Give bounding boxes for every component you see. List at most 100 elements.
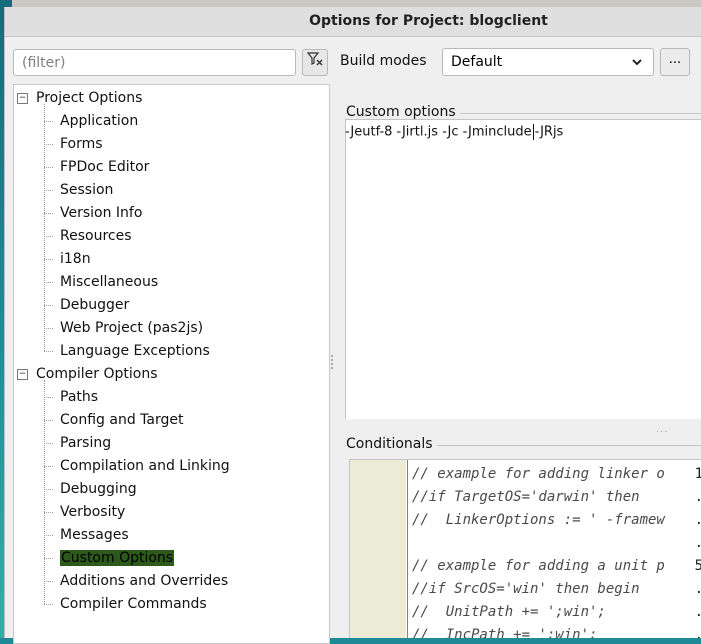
tree-connector — [44, 144, 53, 145]
tree-vertical-connector — [44, 104, 45, 351]
tree-item[interactable]: Debugger — [60, 294, 129, 316]
tree-item-label: FPDoc Editor — [60, 159, 150, 175]
tree-item[interactable]: Language Exceptions — [60, 340, 210, 362]
tree-connector — [44, 351, 53, 352]
tree-connector — [44, 236, 53, 237]
tree-connector — [44, 259, 53, 260]
tree-item-label: Resources — [60, 228, 132, 244]
tree-item-label: Custom Options — [60, 550, 175, 566]
code-line: 1// example for adding linker o — [350, 463, 701, 486]
tree-item-label: Verbosity — [60, 504, 126, 520]
tree-item[interactable]: Application — [60, 110, 138, 132]
tree-connector — [44, 443, 53, 444]
code-text: // LinkerOptions := ' -framew — [412, 512, 665, 528]
custom-options-text-after: -JRjs — [534, 124, 564, 140]
tree-item-label: Compiler Commands — [60, 596, 207, 612]
chevron-down-icon — [631, 52, 643, 76]
filter-input[interactable] — [14, 50, 295, 75]
horizontal-splitter-handle[interactable]: ··· — [656, 427, 669, 438]
code-line: 5// example for adding a unit p — [350, 555, 701, 578]
tree-item[interactable]: Compiler Commands — [60, 593, 207, 615]
code-text: // example for adding linker o — [412, 466, 665, 482]
title-bar[interactable]: Options for Project: blogclient — [5, 7, 701, 37]
tree-item-label: Language Exceptions — [60, 343, 210, 359]
collapse-icon[interactable]: − — [17, 369, 28, 380]
tree-connector — [44, 328, 53, 329]
tree-item-label: Forms — [60, 136, 103, 152]
tree-item-label: Compilation and Linking — [60, 458, 230, 474]
build-modes-more-button[interactable]: ... — [660, 48, 690, 76]
tree-item-label: Parsing — [60, 435, 112, 451]
right-panel: Build modes Default ... Custom options -… — [336, 37, 701, 638]
tree-item[interactable]: Custom Options — [60, 547, 175, 569]
tree-node-project-options[interactable]: Project Options — [36, 87, 142, 109]
vertical-splitter-handle[interactable] — [331, 355, 335, 369]
tree-item[interactable]: Messages — [60, 524, 129, 546]
tree-vertical-connector — [44, 380, 45, 604]
tree-item-label: Application — [60, 113, 139, 129]
tree-item[interactable]: Paths — [60, 386, 98, 408]
code-line: . //if SrcOS='win' then begin — [350, 578, 701, 601]
tree-item[interactable]: FPDoc Editor — [60, 156, 149, 178]
tree-item[interactable]: i18n — [60, 248, 91, 270]
tree-connector — [44, 535, 53, 536]
filter-clear-button[interactable] — [302, 49, 328, 76]
tree-item[interactable]: Miscellaneous — [60, 271, 158, 293]
tree-connector — [44, 167, 53, 168]
filter-clear-icon — [306, 52, 323, 69]
tree-connector — [44, 512, 53, 513]
build-modes-value: Default — [451, 54, 503, 70]
custom-options-textarea[interactable]: -Jeutf-8 -Jirtl.js -Jc -Jminclude -JRjs — [345, 119, 701, 419]
tree-item[interactable]: Config and Target — [60, 409, 183, 431]
conditionals-label: Conditionals — [346, 436, 437, 452]
tree-item[interactable]: Web Project (pas2js) — [60, 317, 203, 339]
line-number: . — [651, 532, 701, 555]
tree-connector — [44, 420, 53, 421]
build-modes-select[interactable]: Default — [442, 48, 654, 76]
tree-item[interactable]: Compilation and Linking — [60, 455, 230, 477]
code-line: . — [350, 532, 701, 555]
line-number: . — [651, 578, 701, 601]
code-text: // example for adding a unit p — [412, 558, 665, 574]
options-window: Options for Project: blogclient Project … — [4, 7, 701, 644]
conditionals-editor[interactable]: 1// example for adding linker o. //if Tar… — [349, 459, 701, 638]
tree-item[interactable]: Debugging — [60, 478, 137, 500]
tree-item-label: Debugging — [60, 481, 137, 497]
tree-connector — [44, 581, 53, 582]
collapse-icon[interactable]: − — [17, 93, 28, 104]
window-title: Options for Project: blogclient — [309, 13, 548, 29]
text-caret — [532, 124, 534, 140]
tree-connector — [44, 190, 53, 191]
code-text: //if TargetOS='darwin' then — [412, 489, 640, 505]
tree-connector — [44, 489, 53, 490]
tree-item[interactable]: Verbosity — [60, 501, 125, 523]
tree-item-label: Session — [60, 182, 114, 198]
tree-item[interactable]: Session — [60, 179, 113, 201]
tree-connector — [44, 282, 53, 283]
tree-connector — [44, 466, 53, 467]
tree-connector — [44, 121, 53, 122]
filter-field[interactable] — [13, 49, 296, 76]
tree-connector — [44, 558, 53, 559]
code-line: . //if TargetOS='darwin' then — [350, 486, 701, 509]
code-line: . // UnitPath += ';win'; — [350, 601, 701, 624]
tree-item-label: Messages — [60, 527, 129, 543]
build-modes-label: Build modes — [340, 53, 427, 69]
options-tree[interactable]: Project Options − Application Forms FPDoc Ed… — [13, 84, 330, 644]
tree-connector — [44, 397, 53, 398]
tree-item-label: Config and Target — [60, 412, 184, 428]
tree-connector — [44, 305, 53, 306]
tree-item-label: Paths — [60, 389, 99, 405]
tree-item-label: Additions and Overrides — [60, 573, 229, 589]
tree-node-compiler-options[interactable]: Compiler Options — [36, 363, 157, 385]
code-text: // IncPath += ';win'; — [412, 627, 598, 638]
tree-item[interactable]: Parsing — [60, 432, 111, 454]
tree-item[interactable]: Resources — [60, 225, 132, 247]
tree-item[interactable]: Version Info — [60, 202, 142, 224]
code-text: // UnitPath += ';win'; — [412, 604, 606, 620]
custom-options-label: Custom options — [346, 104, 460, 120]
tree-item-label: Miscellaneous — [60, 274, 159, 290]
tree-item[interactable]: Forms — [60, 133, 103, 155]
custom-options-text-before: -Jeutf-8 -Jirtl.js -Jc -Jminclude — [345, 124, 532, 140]
tree-item[interactable]: Additions and Overrides — [60, 570, 228, 592]
